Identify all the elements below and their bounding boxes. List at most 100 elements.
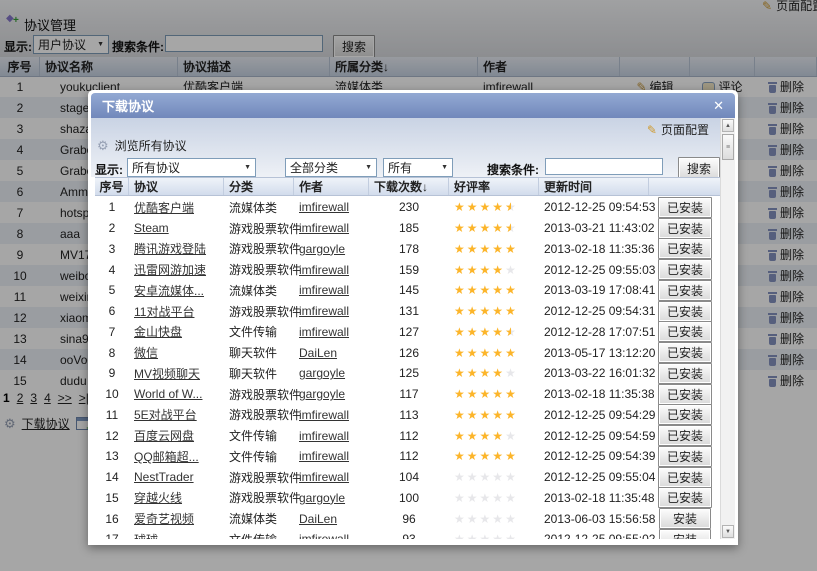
scroll-down-icon[interactable]: ▼: [722, 525, 734, 538]
protocol-link[interactable]: 金山快盘: [134, 325, 182, 339]
install-button[interactable]: 已安装: [658, 342, 712, 363]
install-button[interactable]: 已安装: [658, 280, 712, 301]
author-link[interactable]: imfirewall: [299, 304, 349, 318]
row-number: 5: [95, 283, 129, 297]
install-button[interactable]: 已安装: [658, 321, 712, 342]
table-row: 8微信聊天软件DaiLen126★★★★★2013-05-17 13:12:20…: [95, 342, 721, 363]
author-link[interactable]: imfirewall: [299, 408, 349, 422]
author-link[interactable]: imfirewall: [299, 325, 349, 339]
dialog-scrollbar[interactable]: ▲ ≡ ▼: [720, 118, 735, 539]
protocol-select[interactable]: 所有协议 ▼: [127, 158, 256, 177]
install-button[interactable]: 安装: [659, 529, 711, 539]
protocol-category: 游戏股票软件: [224, 303, 294, 320]
install-button[interactable]: 已安装: [658, 425, 712, 446]
rating-stars: ★★★★★: [454, 367, 516, 379]
install-button[interactable]: 已安装: [658, 446, 712, 467]
install-button[interactable]: 安装: [659, 508, 711, 529]
column-header: 更新时间: [539, 178, 649, 195]
star-icon: ★★: [505, 326, 516, 338]
author-link[interactable]: imfirewall: [299, 200, 349, 214]
star-icon: ★: [505, 450, 516, 462]
install-button[interactable]: 已安装: [658, 363, 712, 384]
protocol-link[interactable]: 球球: [134, 533, 158, 539]
dialog-page-config-link[interactable]: ✎ 页面配置: [647, 121, 709, 138]
dialog-titlebar[interactable]: 下载协议 ✕: [91, 93, 735, 118]
author-link[interactable]: gargoyle: [299, 387, 345, 401]
protocol-category: 游戏股票软件: [224, 386, 294, 403]
protocol-link[interactable]: 微信: [134, 346, 158, 360]
scroll-thumb[interactable]: ≡: [722, 134, 734, 160]
scroll-up-icon[interactable]: ▲: [722, 119, 734, 132]
install-button[interactable]: 已安装: [658, 259, 712, 280]
install-button[interactable]: 已安装: [658, 197, 712, 218]
rating-cell: ★★★★★: [449, 263, 539, 277]
protocol-link[interactable]: 11对战平台: [134, 305, 194, 319]
dialog-search-input[interactable]: [545, 158, 663, 175]
close-icon[interactable]: ✕: [713, 98, 724, 114]
browse-all-protocols: ⚙ 浏览所有协议: [97, 137, 187, 154]
protocol-link[interactable]: 安卓流媒体...: [134, 284, 204, 298]
table-row: 12百度云网盘文件传输imfirewall112★★★★★2012-12-25 …: [95, 425, 721, 446]
protocol-category: 流媒体类: [224, 510, 294, 527]
table-row: 10World of W...游戏股票软件gargoyle117★★★★★201…: [95, 384, 721, 405]
protocol-link[interactable]: 腾讯游戏登陆: [134, 242, 206, 256]
install-button[interactable]: 已安装: [658, 384, 712, 405]
protocol-link[interactable]: NestTrader: [134, 470, 194, 484]
protocol-link[interactable]: 5E对战平台: [134, 408, 197, 422]
author-link[interactable]: DaiLen: [299, 346, 337, 360]
dialog-table: 1优酷客户端流媒体类imfirewall230★★★★★★2012-12-25 …: [95, 197, 721, 539]
pencil-icon: ✎: [647, 124, 657, 136]
author-link[interactable]: imfirewall: [299, 449, 349, 463]
table-row: 13QQ邮箱超...文件传输imfirewall112★★★★★2012-12-…: [95, 446, 721, 467]
action-cell: 已安装: [649, 321, 721, 342]
author-link[interactable]: imfirewall: [299, 429, 349, 443]
protocol-category: 文件传输: [224, 427, 294, 444]
protocol-category: 游戏股票软件: [224, 261, 294, 278]
protocol-link[interactable]: QQ邮箱超...: [134, 450, 199, 464]
protocol-link[interactable]: MV视频聊天: [134, 367, 200, 381]
author-link[interactable]: imfirewall: [299, 532, 349, 539]
star-icon: ★: [467, 347, 478, 359]
protocol-category: 文件传输: [224, 531, 294, 539]
protocol-link[interactable]: Steam: [134, 221, 169, 235]
status-select[interactable]: 所有 ▼: [383, 158, 453, 177]
protocol-link[interactable]: 优酷客户端: [134, 201, 194, 215]
install-button[interactable]: 已安装: [658, 301, 712, 322]
star-icon: ★: [505, 492, 516, 504]
protocol-link[interactable]: World of W...: [134, 387, 202, 401]
updated-time: 2012-12-25 09:54:29: [539, 408, 649, 422]
category-select[interactable]: 全部分类 ▼: [285, 158, 377, 177]
table-row: 5安卓流媒体...流媒体类imfirewall145★★★★★2013-03-1…: [95, 280, 721, 301]
updated-time: 2013-02-18 11:35:36: [539, 242, 649, 256]
protocol-link[interactable]: 迅雷网游加速: [134, 263, 206, 277]
author-link[interactable]: imfirewall: [299, 283, 349, 297]
star-icon: ★: [505, 305, 516, 317]
star-icon: ★: [492, 201, 503, 213]
star-icon: ★: [467, 513, 478, 525]
install-button[interactable]: 已安装: [658, 404, 712, 425]
author-link[interactable]: imfirewall: [299, 221, 349, 235]
protocol-category: 游戏股票软件: [224, 406, 294, 423]
author-link[interactable]: imfirewall: [299, 263, 349, 277]
download-count: 93: [369, 532, 449, 539]
protocol-category: 游戏股票软件: [224, 240, 294, 257]
install-button[interactable]: 已安装: [658, 238, 712, 259]
author-link[interactable]: imfirewall: [299, 470, 349, 484]
action-cell: 安装: [649, 508, 721, 529]
author-link[interactable]: DaiLen: [299, 512, 337, 526]
star-icon: ★: [467, 492, 478, 504]
author-link[interactable]: gargoyle: [299, 491, 345, 505]
install-button[interactable]: 已安装: [658, 467, 712, 488]
install-button[interactable]: 已安装: [658, 487, 712, 508]
star-icon: ★: [454, 533, 465, 539]
rating-stars: ★★★★★: [454, 347, 516, 359]
table-row: 1优酷客户端流媒体类imfirewall230★★★★★★2012-12-25 …: [95, 197, 721, 218]
protocol-link[interactable]: 爱奇艺视频: [134, 512, 194, 526]
protocol-link[interactable]: 穿越火线: [134, 491, 182, 505]
star-icon: ★: [467, 388, 478, 400]
author-link[interactable]: gargoyle: [299, 366, 345, 380]
protocol-link[interactable]: 百度云网盘: [134, 429, 194, 443]
install-button[interactable]: 已安装: [658, 218, 712, 239]
action-cell: 已安装: [649, 238, 721, 259]
author-link[interactable]: gargoyle: [299, 242, 345, 256]
